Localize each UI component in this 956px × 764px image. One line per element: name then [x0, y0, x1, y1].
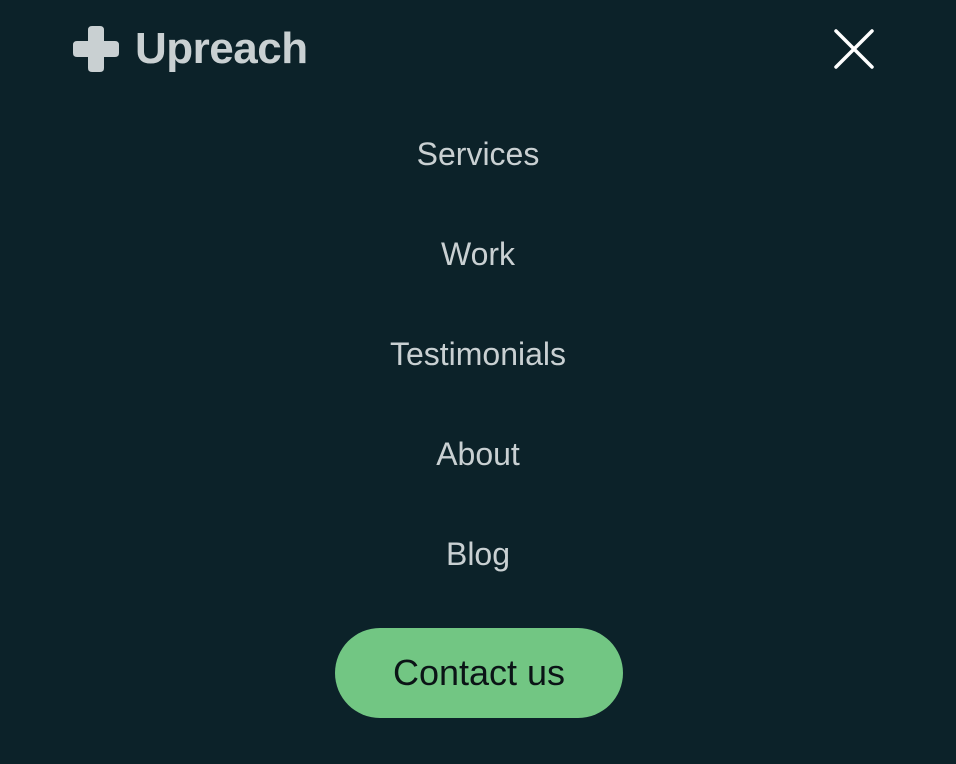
close-icon [834, 29, 874, 69]
nav-link-testimonials[interactable]: Testimonials [390, 338, 566, 370]
mobile-navigation: Services Work Testimonials About Blog [0, 104, 956, 604]
contact-us-button[interactable]: Contact us [335, 628, 623, 718]
close-menu-button[interactable] [832, 27, 876, 71]
nav-link-services[interactable]: Services [417, 138, 540, 170]
plus-logo-icon [73, 26, 119, 72]
nav-item-blog: Blog [0, 504, 956, 604]
nav-item-about: About [0, 404, 956, 504]
nav-link-about[interactable]: About [436, 438, 520, 470]
nav-item-work: Work [0, 204, 956, 304]
brand-name: Upreach [135, 24, 308, 73]
mobile-menu-header: Upreach [0, 0, 956, 100]
nav-item-testimonials: Testimonials [0, 304, 956, 404]
brand-logo-link[interactable]: Upreach [73, 26, 308, 72]
nav-link-blog[interactable]: Blog [446, 538, 510, 570]
nav-item-services: Services [0, 104, 956, 204]
nav-link-work[interactable]: Work [441, 238, 515, 270]
